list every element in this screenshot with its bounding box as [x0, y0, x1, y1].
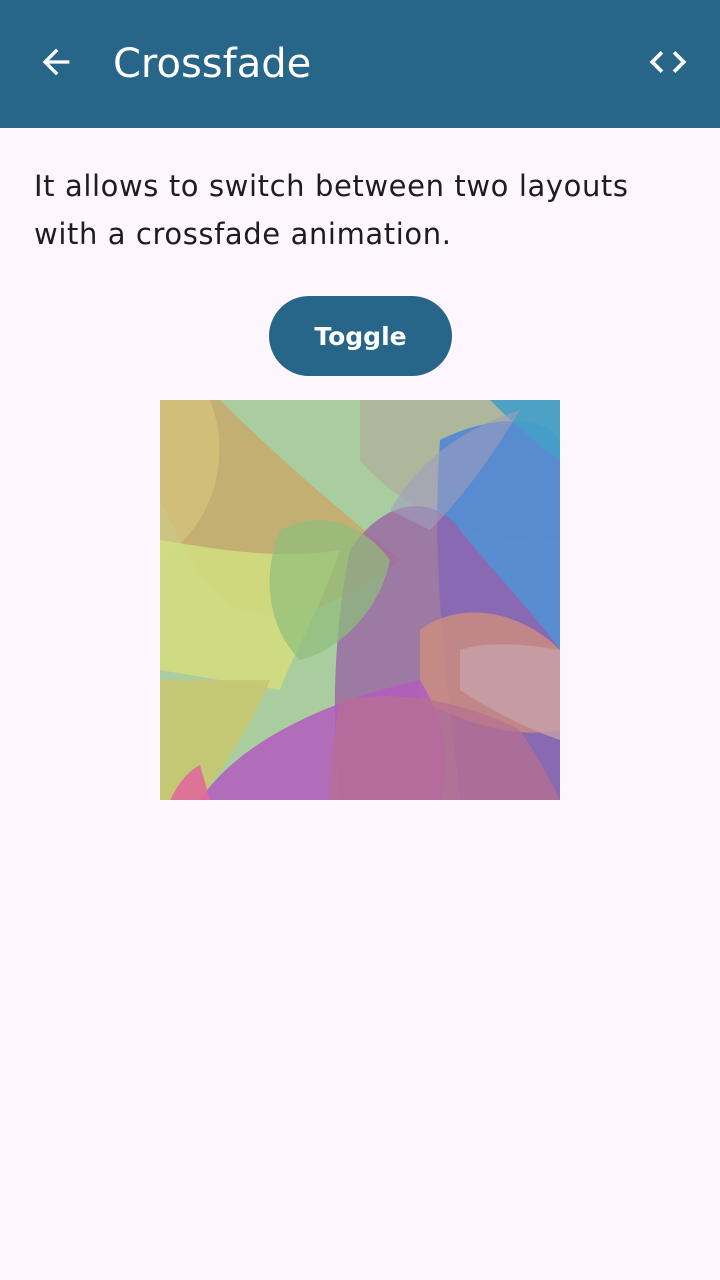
back-button[interactable] [28, 36, 84, 92]
page-title: Crossfade [113, 41, 312, 87]
toggle-button[interactable]: Toggle [269, 296, 452, 376]
app-screen: Crossfade It allows to switch between tw… [0, 0, 720, 1280]
crossfade-artwork-image [160, 400, 560, 800]
code-icon [646, 40, 690, 88]
top-app-bar: Crossfade [0, 0, 720, 128]
arrow-back-icon [36, 42, 76, 86]
description-text: It allows to switch between two layouts … [34, 169, 629, 251]
view-source-button[interactable] [640, 36, 696, 92]
